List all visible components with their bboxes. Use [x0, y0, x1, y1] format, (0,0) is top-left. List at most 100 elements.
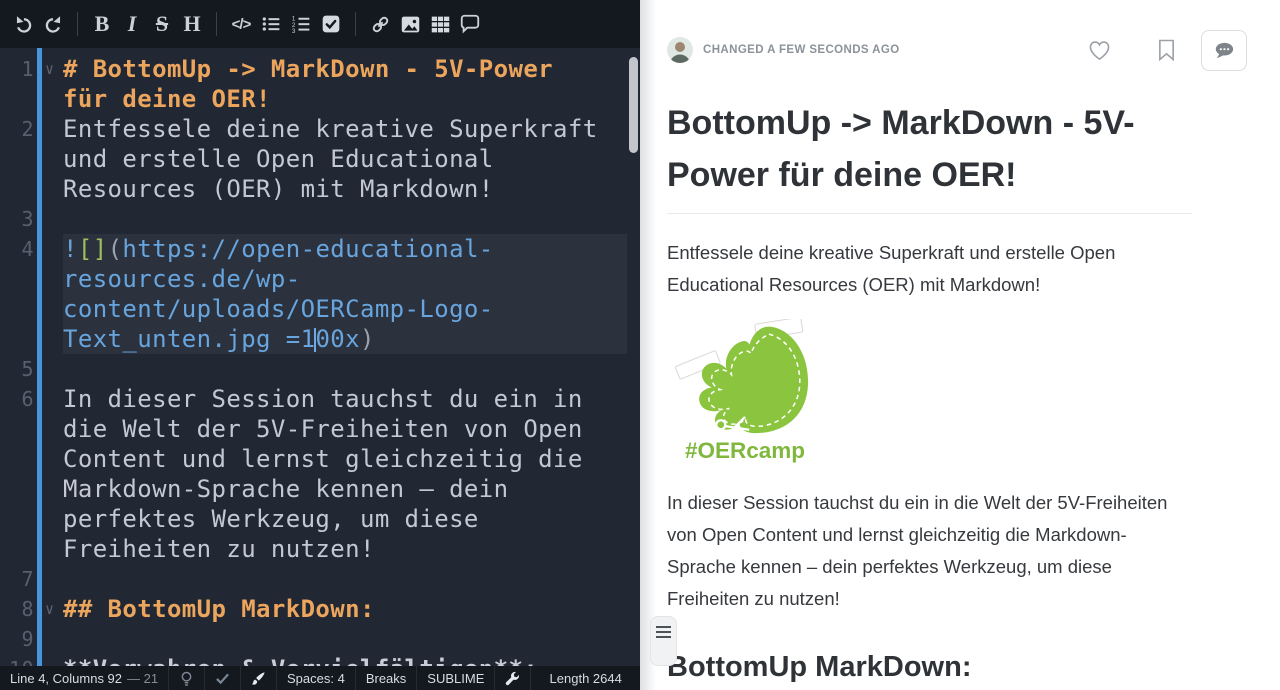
unordered-list-button[interactable]	[256, 7, 286, 41]
code-row[interactable]: Content und lernst gleichzeitig die	[63, 444, 627, 474]
bold-button[interactable]: B	[87, 7, 117, 41]
theme-brush-icon[interactable]	[240, 666, 276, 690]
code-line[interactable]: 7	[0, 564, 640, 594]
preview-title: BottomUp -> MarkDown - 5V-Power für dein…	[667, 97, 1192, 214]
author-color-bar	[37, 48, 42, 666]
code-lines: 1∨# BottomUp -> MarkDown - 5V-Powerfür d…	[0, 48, 640, 666]
toolbar-separator	[216, 12, 217, 36]
code-row[interactable]: # BottomUp -> MarkDown - 5V-Power	[63, 54, 627, 84]
code-row[interactable]: In dieser Session tauchst du ein in	[63, 384, 627, 414]
toolbar-separator	[355, 12, 356, 36]
fold-chevron-icon[interactable]: ∨	[45, 54, 54, 84]
code-line[interactable]: 3	[0, 204, 640, 234]
toolbar-separator	[77, 12, 78, 36]
line-gutter: 5	[0, 354, 63, 384]
code-row[interactable]: Text_unten.jpg =100x)	[63, 324, 627, 354]
code-token: (	[108, 235, 123, 263]
editor-statusbar: Line 4, Columns 92 — 21 Spaces: 4 Breaks…	[0, 666, 640, 690]
code-line[interactable]: 8∨## BottomUp MarkDown:	[0, 594, 640, 624]
code-token: # BottomUp -> MarkDown - 5V-Power	[63, 55, 553, 83]
settings-wrench-icon[interactable]	[494, 666, 530, 690]
open-comments-button[interactable]	[1201, 30, 1247, 71]
image-button[interactable]	[395, 7, 425, 41]
code-row[interactable]	[63, 354, 627, 384]
code-row[interactable]: **Verwahren & Vervielfältigen**:	[63, 654, 627, 666]
checklist-button[interactable]	[316, 7, 346, 41]
code-token: Freiheiten zu nutzen!	[63, 535, 375, 563]
code-row[interactable]: resources.de/wp-	[63, 264, 627, 294]
breaks-status[interactable]: Breaks	[355, 666, 416, 690]
code-token: Resources (OER) mit Markdown!	[63, 175, 494, 203]
heading-button[interactable]: H	[177, 7, 207, 41]
editor-scrollbar[interactable]	[629, 57, 638, 153]
line-gutter: 6	[0, 384, 63, 564]
spaces-status[interactable]: Spaces: 4	[276, 666, 355, 690]
oercamp-logo-image: #OERcamp	[667, 319, 817, 464]
line-number: 5	[0, 354, 34, 384]
code-line[interactable]: 10**Verwahren & Vervielfältigen**:	[0, 654, 640, 666]
lightbulb-icon[interactable]	[168, 666, 204, 690]
line-number: 9	[0, 624, 34, 654]
code-row[interactable]: Markdown-Sprache kennen – dein	[63, 474, 627, 504]
code-row[interactable]: für deine OER!	[63, 84, 627, 114]
code-line[interactable]: 1∨# BottomUp -> MarkDown - 5V-Powerfür d…	[0, 54, 640, 114]
fold-chevron-icon[interactable]: ∨	[45, 594, 54, 624]
svg-text:3: 3	[292, 28, 296, 34]
code-row[interactable]: content/uploads/OERCamp-Logo-	[63, 294, 627, 324]
toc-toggle-button[interactable]	[650, 616, 677, 666]
code-row[interactable]: Resources (OER) mit Markdown!	[63, 174, 627, 204]
code-token: für deine OER!	[63, 85, 271, 113]
code-editor[interactable]: 1∨# BottomUp -> MarkDown - 5V-Powerfür d…	[0, 48, 640, 666]
editor-pane: B I S H </> 123	[0, 0, 640, 690]
strikethrough-button[interactable]: S	[147, 7, 177, 41]
oercamp-logo-text: #OERcamp	[685, 438, 805, 463]
markdown-editor-app: B I S H </> 123	[0, 0, 1280, 690]
code-row[interactable]	[63, 204, 627, 234]
keymap-status[interactable]: SUBLIME	[416, 666, 494, 690]
like-heart-icon[interactable]	[1088, 40, 1111, 61]
code-row[interactable]: ![](https://open-educational-	[63, 234, 627, 264]
code-line[interactable]: 6In dieser Session tauchst du ein indie …	[0, 384, 640, 564]
line-gutter: 3	[0, 204, 63, 234]
cursor-position-status: Line 4, Columns 92 — 21	[0, 666, 168, 690]
code-row[interactable]: Freiheiten zu nutzen!	[63, 534, 627, 564]
spellcheck-icon[interactable]	[204, 666, 240, 690]
code-line[interactable]: 2Entfessele deine kreative Superkraftund…	[0, 114, 640, 204]
code-token: !	[63, 235, 78, 263]
code-line[interactable]: 5	[0, 354, 640, 384]
italic-button[interactable]: I	[117, 7, 147, 41]
bookmark-icon[interactable]	[1157, 39, 1176, 61]
code-token: []	[78, 235, 108, 263]
code-row[interactable]	[63, 624, 627, 654]
code-row[interactable]: und erstelle Open Educational	[63, 144, 627, 174]
code-line[interactable]: 9	[0, 624, 640, 654]
code-row[interactable]: Entfessele deine kreative Superkraft	[63, 114, 627, 144]
preview-paragraph-session: In dieser Session tauchst du ein in die …	[667, 487, 1172, 615]
ordered-list-button[interactable]: 123	[286, 7, 316, 41]
line-gutter: 8∨	[0, 594, 63, 624]
comment-button[interactable]	[455, 7, 485, 41]
line-number: 3	[0, 204, 34, 234]
code-token: ## BottomUp MarkDown:	[63, 595, 375, 623]
undo-button[interactable]	[8, 7, 38, 41]
table-button[interactable]	[425, 7, 455, 41]
link-button[interactable]	[365, 7, 395, 41]
line-gutter: 10	[0, 654, 63, 666]
code-token: Markdown-Sprache kennen – dein	[63, 475, 508, 503]
code-row[interactable]	[63, 564, 627, 594]
preview-heading2: BottomUp MarkDown:	[667, 651, 1192, 690]
code-line[interactable]: 4![](https://open-educational-resources.…	[0, 234, 640, 354]
code-token: **Verwahren & Vervielfältigen**:	[63, 655, 538, 666]
preview-pane: Changed a few seconds ago BottomUp -> M	[640, 0, 1280, 690]
code-button[interactable]: </>	[226, 7, 256, 41]
code-token: https://open-educational-	[122, 235, 493, 263]
line-number: 8	[0, 594, 34, 624]
code-token: Entfessele deine kreative Superkraft	[63, 115, 598, 143]
redo-button[interactable]	[38, 7, 68, 41]
code-row[interactable]: perfektes Werkzeug, um diese	[63, 504, 627, 534]
author-avatar[interactable]	[667, 37, 693, 63]
code-token: resources.de/wp-	[63, 265, 301, 293]
code-row[interactable]: die Welt der 5V-Freiheiten von Open	[63, 414, 627, 444]
preview-header: Changed a few seconds ago	[667, 36, 1252, 64]
code-row[interactable]: ## BottomUp MarkDown:	[63, 594, 627, 624]
